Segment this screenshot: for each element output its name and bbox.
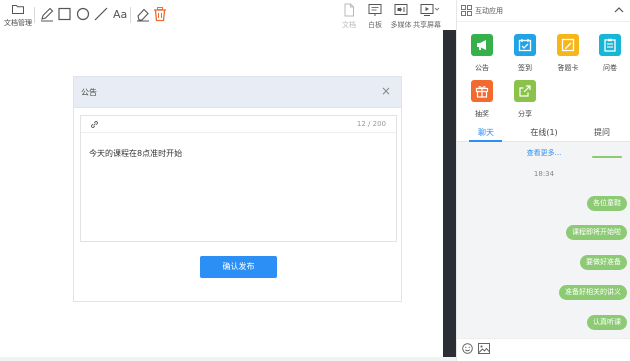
chat-message: 各位童鞋 [587,196,627,211]
panel-title: 互动应用 [475,7,503,15]
app-tile [471,80,493,102]
text-tool-button[interactable]: Aa [113,8,127,21]
message-bubble-partial [592,156,622,158]
panel-header[interactable]: 互动应用 [457,0,630,22]
trash-icon[interactable] [152,6,168,22]
app-tile [557,34,579,56]
megaphone-icon [477,40,486,50]
close-icon[interactable]: × [379,84,393,98]
multimedia-icon [394,4,408,15]
app-announcement[interactable]: 公告 [463,34,503,74]
app-tile [514,34,536,56]
editor-toolbar: 12 / 200 [81,116,396,133]
chat-message: 要做好准备 [580,255,627,270]
app-label: 抽奖 [475,110,489,118]
chat-timestamp: 18:34 [533,170,555,178]
share-screen-tool-button[interactable]: 共享屏幕 [413,3,441,30]
chat-input-bar[interactable] [457,338,630,361]
announcement-dialog: 公告 × 12 / 200 今天的课程在8点准时开始 确认发布 [73,76,402,302]
dialog-header: 公告 × [74,77,401,108]
app-label: 答题卡 [557,64,579,72]
app-answer-card[interactable]: 答题卡 [549,34,589,74]
right-panel: 互动应用 公告 签到 答题卡 问卷 抽奖 分享 聊天 在线(1) 提问 查看更多… [456,0,630,361]
questionnaire-icon [604,38,616,52]
line-icon[interactable] [93,6,109,22]
toolbar-divider [34,7,35,23]
app-label: 分享 [518,110,532,118]
announcement-content: 今天的课程在8点准时开始 [89,149,183,158]
dialog-title: 公告 [81,88,97,97]
app-tile [471,34,493,56]
tab-chat[interactable]: 聊天 [457,127,515,138]
toolbar-divider [130,7,131,23]
tab-online[interactable]: 在线(1) [515,127,573,138]
chat-message: 准备好相关的讲义 [559,285,627,300]
tab-questions[interactable]: 提问 [573,127,630,138]
app-lottery[interactable]: 抽奖 [463,80,503,120]
share-screen-tool-label: 共享屏幕 [413,21,441,29]
share-icon [519,85,531,97]
pencil-icon[interactable] [39,6,55,22]
link-icon[interactable] [89,119,100,130]
app-tile [599,34,621,56]
file-manage-button[interactable]: 文档管理 [2,2,34,28]
emoji-icon[interactable] [462,343,473,354]
panel-tabs: 聊天 在线(1) 提问 [457,123,630,142]
gift-icon [475,86,489,98]
share-screen-icon [420,4,440,16]
circle-icon[interactable] [75,6,91,22]
folder-icon [12,5,24,14]
image-icon[interactable] [478,343,490,354]
char-count: 12 / 200 [356,120,386,128]
chat-area[interactable]: 查看更多... 18:34 各位童鞋 课程即将开始啦 要做好准备 准备好相关的讲… [457,142,630,338]
chat-message: 认真听课 [587,315,627,330]
app-questionnaire[interactable]: 问卷 [591,34,630,74]
eraser-icon[interactable] [135,6,151,22]
top-toolbar: 文档管理 Aa 文档 白板 多媒体 共享屏幕 [0,0,456,30]
file-manage-label: 文档管理 [4,19,32,27]
app-label: 签到 [518,64,532,72]
chat-message: 课程即将开始啦 [566,225,627,240]
app-label: 问卷 [603,64,617,72]
calendar-check-icon [518,39,532,52]
rectangle-icon[interactable] [57,6,73,22]
bottom-strip [0,357,456,361]
whiteboard-icon [368,4,382,16]
document-icon [344,3,354,17]
app-share[interactable]: 分享 [506,80,546,120]
chevron-up-icon[interactable] [614,6,624,14]
confirm-publish-button[interactable]: 确认发布 [200,256,277,278]
app-label: 公告 [475,64,489,72]
app-tile [514,80,536,102]
announcement-editor[interactable]: 12 / 200 今天的课程在8点准时开始 [80,115,397,242]
app-sign-in[interactable]: 签到 [506,34,546,74]
answer-card-icon [561,38,575,52]
apps-grid-icon [461,5,472,16]
